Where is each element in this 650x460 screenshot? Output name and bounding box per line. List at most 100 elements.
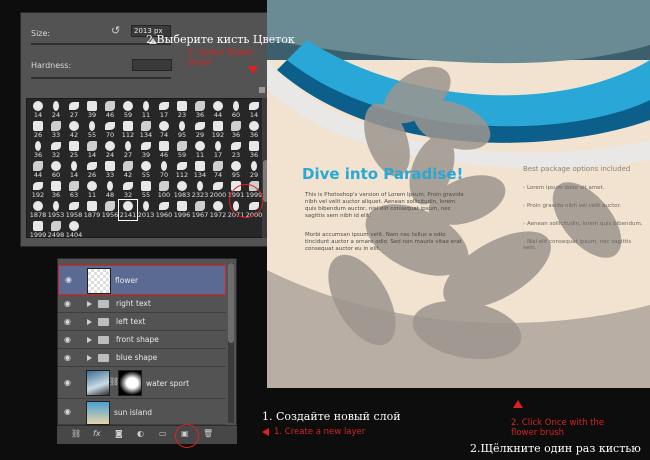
brush-tip[interactable]: 134: [137, 120, 155, 140]
layer-row-sun-island[interactable]: ◉ sun island: [58, 399, 226, 425]
panel-resize-grip[interactable]: [259, 87, 265, 93]
brush-tip[interactable]: 23: [227, 140, 245, 160]
brush-tip[interactable]: 112: [173, 160, 191, 180]
brush-tip[interactable]: 42: [119, 160, 137, 180]
fx-icon[interactable]: fx: [93, 429, 101, 438]
brush-tip[interactable]: 1958: [65, 200, 83, 220]
brush-tip[interactable]: 26: [29, 120, 47, 140]
eye-icon[interactable]: ◉: [64, 317, 71, 326]
brush-tip[interactable]: 36: [245, 140, 263, 160]
brush-tip[interactable]: 59: [173, 140, 191, 160]
brush-tip[interactable]: 42: [65, 120, 83, 140]
brush-tip[interactable]: 60: [227, 100, 245, 120]
brush-tip[interactable]: 24: [101, 140, 119, 160]
brush-tip[interactable]: 14: [245, 100, 263, 120]
layers-scrollbar[interactable]: [228, 263, 234, 423]
brush-tip[interactable]: 1983: [173, 180, 191, 200]
brush-tip[interactable]: 1879: [83, 200, 101, 220]
brush-tip[interactable]: 134: [191, 160, 209, 180]
link-layers-icon[interactable]: ⛓: [71, 429, 81, 438]
brush-tip[interactable]: 2013: [137, 200, 155, 220]
brush-tip[interactable]: 95: [227, 160, 245, 180]
expand-triangle-icon[interactable]: [87, 301, 92, 307]
brush-tip[interactable]: 11: [137, 100, 155, 120]
add-mask-icon[interactable]: ◙: [115, 429, 123, 438]
brush-tip[interactable]: 1404: [65, 220, 83, 240]
eye-icon[interactable]: ◉: [64, 353, 71, 362]
brush-tip[interactable]: 29: [191, 120, 209, 140]
brush-tip[interactable]: 44: [29, 160, 47, 180]
brush-tip[interactable]: 46: [155, 140, 173, 160]
brush-tip[interactable]: 33: [47, 120, 65, 140]
hardness-slider[interactable]: [31, 77, 171, 79]
adjustment-layer-icon[interactable]: ◐: [137, 429, 144, 438]
brush-tip[interactable]: 1953: [47, 200, 65, 220]
brush-tip[interactable]: 1999: [29, 220, 47, 240]
brush-tip[interactable]: 100: [155, 180, 173, 200]
brush-tip[interactable]: 14: [83, 140, 101, 160]
brush-tip[interactable]: 14: [65, 160, 83, 180]
brush-tip[interactable]: 60: [47, 160, 65, 180]
brush-tip[interactable]: 48: [101, 180, 119, 200]
brush-tip[interactable]: 2000: [209, 180, 227, 200]
brush-tip[interactable]: 1972: [209, 200, 227, 220]
eye-icon[interactable]: ◉: [65, 275, 72, 284]
brush-tip[interactable]: 70: [155, 160, 173, 180]
brush-tip[interactable]: 1956: [101, 200, 119, 220]
layers-scroll-thumb[interactable]: [228, 263, 234, 343]
brush-tip[interactable]: 2498: [47, 220, 65, 240]
brush-tip[interactable]: 39: [83, 100, 101, 120]
brush-tip[interactable]: 95: [173, 120, 191, 140]
eye-icon[interactable]: ◉: [64, 299, 71, 308]
brush-tip[interactable]: 33: [101, 160, 119, 180]
eye-icon[interactable]: ◉: [64, 378, 71, 387]
brush-tip[interactable]: 36: [29, 140, 47, 160]
brush-tip[interactable]: 55: [137, 160, 155, 180]
expand-triangle-icon[interactable]: [87, 319, 92, 325]
brush-tip[interactable]: 27: [119, 140, 137, 160]
brush-tip[interactable]: 17: [155, 100, 173, 120]
brush-tip[interactable]: 1960: [155, 200, 173, 220]
brush-tip[interactable]: 74: [155, 120, 173, 140]
brush-tip[interactable]: 36: [47, 180, 65, 200]
brush-tip[interactable]: 32: [119, 180, 137, 200]
brush-tip[interactable]: 23: [173, 100, 191, 120]
brush-tip[interactable]: 192: [209, 120, 227, 140]
brush-tip[interactable]: 1996: [173, 200, 191, 220]
brush-tip[interactable]: 2141: [118, 199, 138, 221]
brush-tip[interactable]: 59: [119, 100, 137, 120]
brush-tip[interactable]: 1878: [29, 200, 47, 220]
eye-icon[interactable]: ◉: [64, 407, 71, 416]
layer-row-right-text[interactable]: ◉ right text: [58, 295, 226, 313]
brush-tip[interactable]: 55: [137, 180, 155, 200]
brush-tip[interactable]: 11: [191, 140, 209, 160]
brush-tip[interactable]: 25: [65, 140, 83, 160]
brush-tip[interactable]: 112: [119, 120, 137, 140]
brush-tip[interactable]: 36: [227, 120, 245, 140]
trash-icon[interactable]: 🗑: [203, 429, 213, 438]
brush-tip[interactable]: 32: [47, 140, 65, 160]
brush-tip[interactable]: 36: [191, 100, 209, 120]
brush-tip[interactable]: 192: [29, 180, 47, 200]
brush-tip[interactable]: 29: [245, 160, 263, 180]
brush-tip[interactable]: 14: [29, 100, 47, 120]
layer-row-front-shape[interactable]: ◉ front shape: [58, 331, 226, 349]
brush-tip[interactable]: 39: [137, 140, 155, 160]
brush-tip[interactable]: 27: [65, 100, 83, 120]
brush-tip[interactable]: 24: [47, 100, 65, 120]
brush-tip[interactable]: 70: [101, 120, 119, 140]
eye-icon[interactable]: ◉: [64, 335, 71, 344]
brush-tip[interactable]: 2323: [191, 180, 209, 200]
new-group-icon[interactable]: ▭: [159, 429, 167, 438]
brush-tip[interactable]: 44: [209, 100, 227, 120]
document-canvas[interactable]: Dive into Paradise! This is Photoshop's …: [267, 0, 650, 388]
hardness-value-field[interactable]: [132, 59, 172, 71]
brush-tip[interactable]: 55: [83, 120, 101, 140]
expand-triangle-icon[interactable]: [87, 355, 92, 361]
layer-row-flower[interactable]: ◉ flower: [58, 265, 226, 295]
brush-tip[interactable]: 74: [209, 160, 227, 180]
brush-tip[interactable]: 46: [101, 100, 119, 120]
brush-tip[interactable]: 26: [83, 160, 101, 180]
layer-row-blue-shape[interactable]: ◉ blue shape: [58, 349, 226, 367]
layer-row-water-sport[interactable]: ◉ ⛓ water sport: [58, 367, 226, 399]
